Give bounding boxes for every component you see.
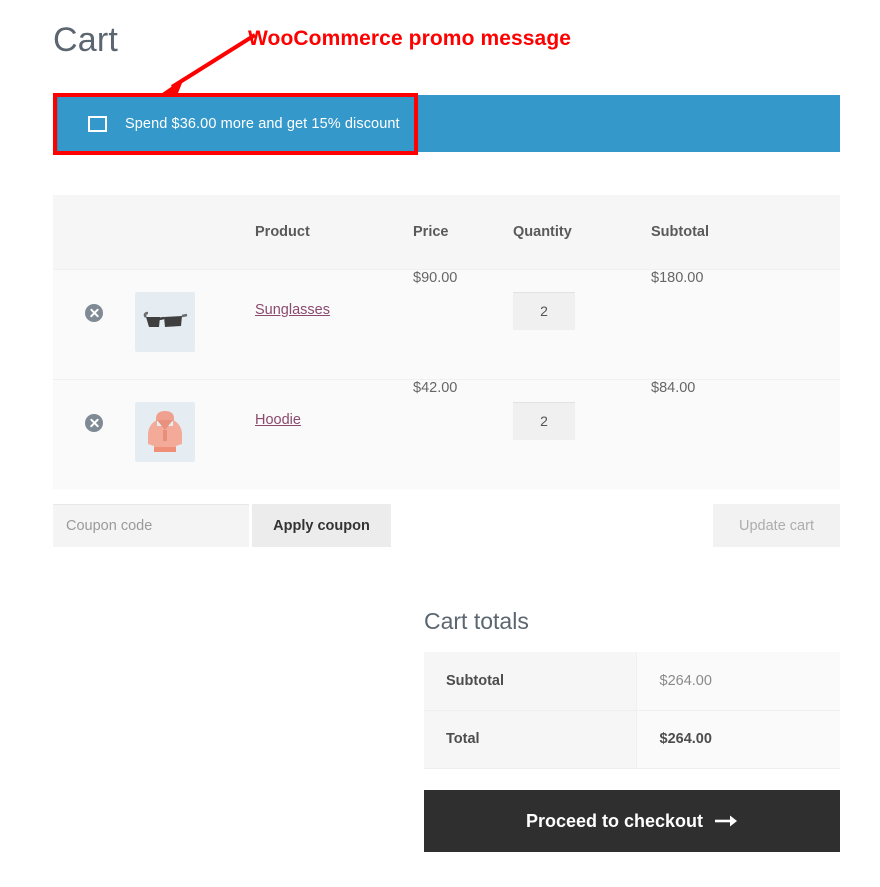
cart-totals-title: Cart totals	[424, 608, 529, 634]
cell-subtotal: $180.00	[651, 268, 840, 379]
remove-circle-x-icon[interactable]	[85, 413, 103, 432]
checkout-label: Proceed to checkout	[525, 810, 704, 831]
cell-product-name: Hoodie	[255, 378, 413, 489]
sunglasses-icon	[143, 311, 188, 327]
hoodie-icon	[148, 410, 182, 452]
totals-row-subtotal: Subtotal $264.00	[424, 652, 840, 711]
annotation-label: WooCommerce promo message	[248, 27, 572, 50]
header-subtotal: Subtotal	[651, 195, 840, 269]
cell-quantity: 2	[513, 268, 651, 379]
cell-product-name: Sunglasses	[255, 268, 413, 379]
sunglasses-thumbnail[interactable]	[135, 291, 195, 352]
page-title: Cart	[53, 21, 119, 59]
proceed-to-checkout-button[interactable]: Proceed to checkout	[424, 790, 840, 852]
totals-row-total: Total $264.00	[424, 710, 840, 769]
annotation-highlight-box	[53, 93, 418, 155]
header-thumbnail	[135, 195, 255, 269]
header-remove	[53, 195, 135, 269]
header-price: Price	[413, 195, 513, 269]
apply-coupon-button[interactable]: Apply coupon	[252, 504, 391, 547]
totals-value-subtotal: $264.00	[635, 652, 840, 711]
table-row: Sunglasses $90.00 2 $180.00	[53, 268, 840, 379]
cell-price: $90.00	[413, 268, 513, 379]
cell-thumbnail	[135, 378, 255, 489]
table-row: Hoodie $42.00 2 $84.00	[53, 378, 840, 489]
cell-thumbnail	[135, 268, 255, 379]
totals-value-total: $264.00	[635, 710, 840, 769]
arrow-down-left-icon	[158, 33, 257, 96]
coupon-code-input[interactable]	[53, 504, 249, 547]
cart-page: Cart WooCommerce promo message Spend $36…	[0, 0, 880, 887]
cart-totals-table: Subtotal $264.00 Total $264.00	[424, 652, 840, 769]
cell-subtotal: $84.00	[651, 378, 840, 489]
quantity-input-sunglasses[interactable]: 2	[513, 291, 575, 330]
product-link-sunglasses[interactable]: Sunglasses	[255, 302, 330, 318]
totals-label-total: Total	[424, 710, 636, 769]
product-link-hoodie[interactable]: Hoodie	[255, 412, 301, 428]
quantity-input-hoodie[interactable]: 2	[513, 401, 575, 440]
cart-items-table: Product Price Quantity Subtotal Sunglass…	[53, 195, 840, 489]
cell-quantity: 2	[513, 378, 651, 489]
cell-remove	[53, 268, 135, 379]
hoodie-thumbnail[interactable]	[135, 401, 195, 462]
update-cart-button[interactable]: Update cart	[713, 504, 840, 547]
remove-circle-x-icon[interactable]	[85, 303, 103, 322]
arrow-right-icon	[715, 815, 738, 827]
header-product: Product	[255, 195, 413, 269]
totals-label-subtotal: Subtotal	[424, 652, 636, 711]
cell-remove	[53, 378, 135, 489]
header-quantity: Quantity	[513, 195, 651, 269]
table-header-row: Product Price Quantity Subtotal	[53, 195, 840, 269]
cell-price: $42.00	[413, 378, 513, 489]
